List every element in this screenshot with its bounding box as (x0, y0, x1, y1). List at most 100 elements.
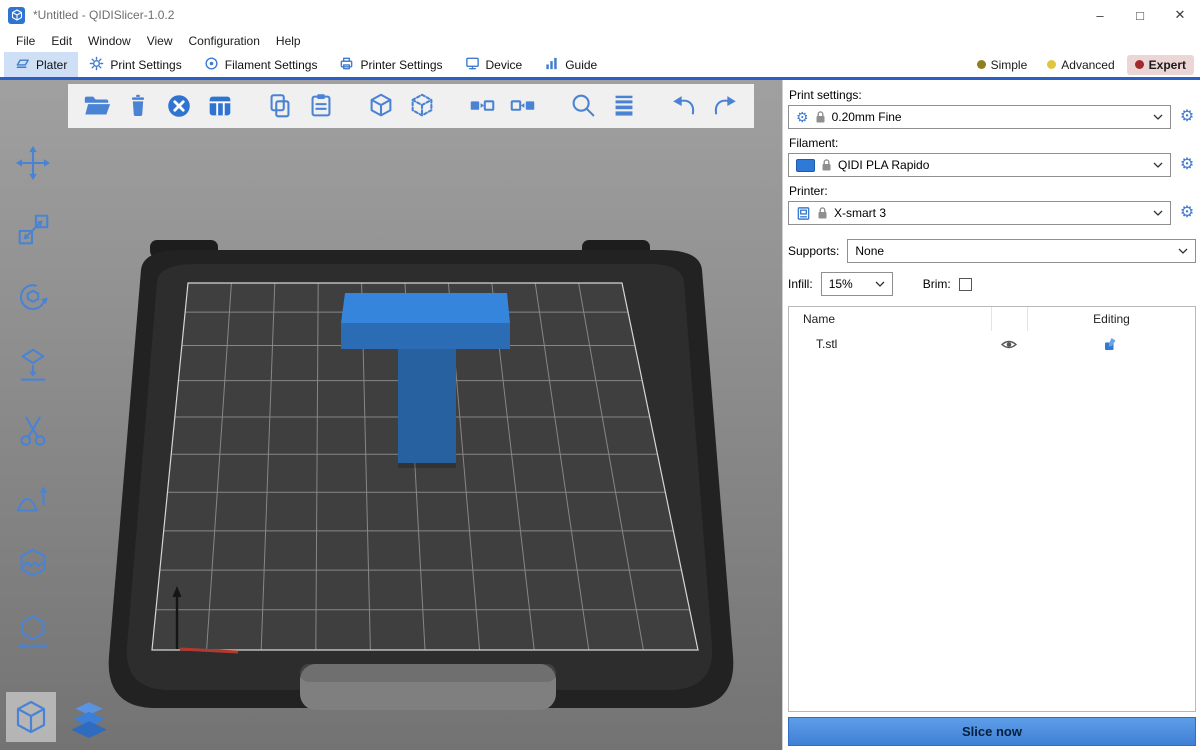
mode-expert[interactable]: Expert (1127, 55, 1194, 75)
menu-help[interactable]: Help (268, 30, 309, 52)
chevron-down-icon (875, 281, 885, 287)
menu-view[interactable]: View (139, 30, 181, 52)
printer-edit-gear-icon[interactable]: ⚙ (1178, 205, 1196, 221)
add-instance-button[interactable] (465, 89, 499, 123)
move-button[interactable] (10, 142, 56, 184)
open-folder-button[interactable] (80, 89, 114, 123)
copy-icon (265, 91, 295, 121)
advanced-mode-dot-icon (1047, 60, 1056, 69)
arrange-button[interactable] (203, 89, 237, 123)
preview-layers-icon (68, 696, 110, 738)
menu-file[interactable]: File (8, 30, 43, 52)
seam-fuzzy-skin-icon (14, 546, 52, 584)
lock-icon (817, 206, 828, 220)
editing-cell (1027, 331, 1195, 357)
tab-label: Filament Settings (225, 58, 318, 72)
viewport-3d[interactable] (0, 80, 782, 750)
eye-icon[interactable] (1000, 338, 1018, 351)
lock-icon (821, 158, 832, 172)
measure-button[interactable] (10, 611, 56, 653)
close-button[interactable]: ✕ (1160, 0, 1200, 30)
chevron-down-icon (1153, 162, 1163, 168)
delete-all-icon (164, 91, 194, 121)
print-settings-combo[interactable]: ⚙ 0.20mm Fine (788, 105, 1171, 129)
maximize-button[interactable]: □ (1120, 0, 1160, 30)
app-logo-icon (8, 7, 25, 24)
scale-button[interactable] (10, 209, 56, 251)
gear-icon: ⚙ (796, 110, 809, 124)
simple-mode-dot-icon (977, 60, 986, 69)
filament-edit-gear-icon[interactable]: ⚙ (1178, 157, 1196, 173)
printer-settings-icon (339, 56, 354, 74)
chevron-down-icon (1153, 210, 1163, 216)
object-list-header: Name Editing (789, 307, 1195, 331)
filament-combo[interactable]: QIDI PLA Rapido (788, 153, 1171, 177)
variable-layer-height-button[interactable] (607, 89, 641, 123)
print-settings-icon (89, 56, 104, 74)
mode-advanced[interactable]: Advanced (1039, 55, 1122, 75)
paste-button[interactable] (304, 89, 338, 123)
menu-configuration[interactable]: Configuration (181, 30, 268, 52)
window-controls: – □ ✕ (1080, 0, 1200, 30)
brim-checkbox[interactable] (959, 278, 972, 291)
undo-button[interactable] (667, 89, 701, 123)
object-list-row[interactable]: T.stl (789, 331, 1195, 357)
tab-bar: Plater Print Settings Filament Settings … (0, 52, 1200, 80)
delete-icon (123, 91, 153, 121)
rotate-button[interactable] (10, 276, 56, 318)
filament-value: QIDI PLA Rapido (838, 158, 1147, 172)
infill-label: Infill: (788, 277, 813, 291)
paint-support-button[interactable] (10, 477, 56, 519)
split-to-objects-button[interactable] (364, 89, 398, 123)
main-area: Print settings: ⚙ 0.20mm Fine ⚙ Filament… (0, 80, 1200, 750)
tab-label: Print Settings (110, 58, 181, 72)
menu-window[interactable]: Window (80, 30, 139, 52)
paint-support-icon (14, 479, 52, 517)
editor-view-button[interactable] (6, 692, 56, 742)
menu-bar: File Edit Window View Configuration Help (0, 30, 1200, 52)
infill-combo[interactable]: 15% (821, 272, 893, 296)
split-to-parts-button[interactable] (405, 89, 439, 123)
split-to-parts-icon (407, 91, 437, 121)
tab-print-settings[interactable]: Print Settings (78, 52, 192, 77)
brim-label: Brim: (923, 277, 951, 291)
printer-combo[interactable]: X-smart 3 (788, 201, 1171, 225)
mode-label: Expert (1149, 58, 1186, 72)
undo-icon (669, 91, 699, 121)
mode-simple[interactable]: Simple (969, 55, 1036, 75)
redo-button[interactable] (708, 89, 742, 123)
place-on-face-button[interactable] (10, 343, 56, 385)
tab-guide[interactable]: Guide (533, 52, 608, 77)
minimize-button[interactable]: – (1080, 0, 1120, 30)
tab-filament-settings[interactable]: Filament Settings (193, 52, 329, 77)
preview-view-button[interactable] (64, 692, 114, 742)
printer-value: X-smart 3 (834, 206, 1147, 220)
printer-icon (796, 206, 811, 221)
cut-icon (14, 412, 52, 450)
print-settings-edit-gear-icon[interactable]: ⚙ (1178, 109, 1196, 125)
scene-3d[interactable] (0, 80, 782, 750)
tab-printer-settings[interactable]: Printer Settings (328, 52, 453, 77)
editor-3d-cube-icon (11, 697, 51, 737)
tab-device[interactable]: Device (454, 52, 534, 77)
delete-all-button[interactable] (162, 89, 196, 123)
measure-icon (14, 613, 52, 651)
menu-edit[interactable]: Edit (43, 30, 80, 52)
top-toolbar (68, 84, 754, 128)
title-bar: *Untitled - QIDISlicer-1.0.2 – □ ✕ (0, 0, 1200, 30)
delete-button[interactable] (121, 89, 155, 123)
variable-layer-height-icon (609, 91, 639, 121)
tab-plater[interactable]: Plater (4, 52, 78, 77)
cut-button[interactable] (10, 410, 56, 452)
filament-settings-icon (204, 56, 219, 74)
search-button[interactable] (566, 89, 600, 123)
tab-label: Plater (36, 58, 67, 72)
edit-object-icon[interactable] (1103, 336, 1119, 352)
supports-value: None (855, 244, 1172, 258)
remove-instance-button[interactable] (506, 89, 540, 123)
seam-fuzzy-skin-button[interactable] (10, 544, 56, 586)
paste-icon (306, 91, 336, 121)
copy-button[interactable] (263, 89, 297, 123)
supports-combo[interactable]: None (847, 239, 1196, 263)
slice-now-button[interactable]: Slice now (788, 717, 1196, 746)
